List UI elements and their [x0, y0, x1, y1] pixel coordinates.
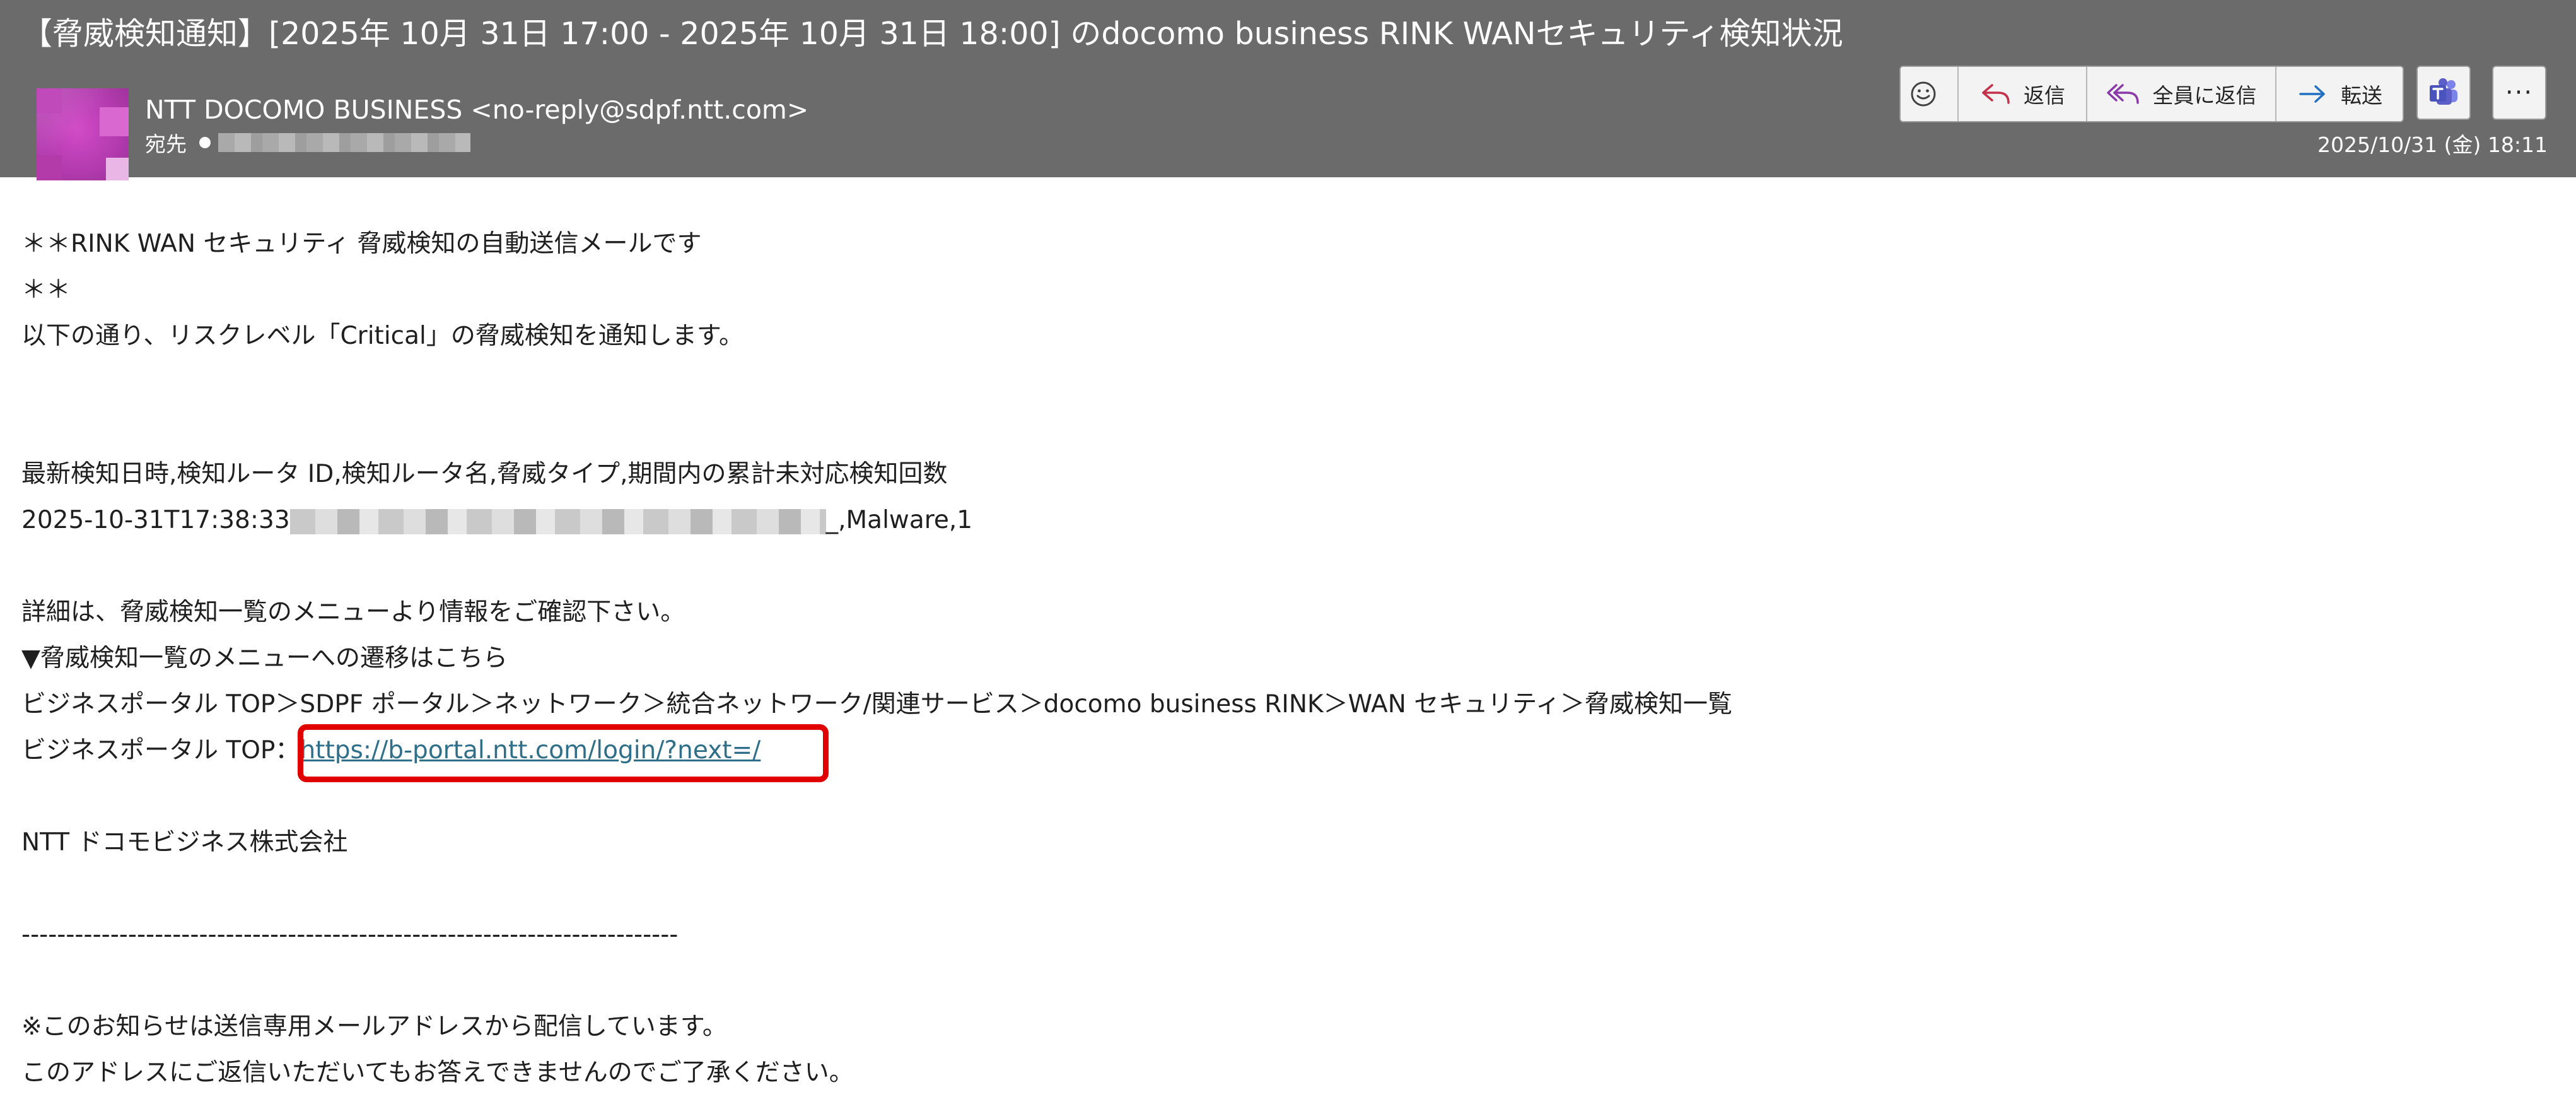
recipient-row: 宛先: [145, 129, 470, 156]
email-subject: 【脅威検知通知】[2025年 10月 31日 17:00 - 2025年 10月…: [21, 16, 1843, 52]
forward-button[interactable]: 転送: [2276, 67, 2403, 121]
email-body: ＊＊RINK WAN セキュリティ 脅威検知の自動送信メールです ＊＊ 以下の通…: [21, 221, 2512, 1096]
sender-name[interactable]: NTT DOCOMO BUSINESS <no-reply@sdpf.ntt.c…: [145, 93, 808, 126]
body-line: ▼脅威検知一覧のメニューへの遷移はこちら: [21, 644, 508, 672]
company-name: NTT ドコモビジネス株式会社: [21, 828, 348, 857]
body-line: 以下の通り、リスクレベル「Critical」の脅威検知を通知します。: [21, 322, 743, 350]
divider-line: ----------------------------------------…: [21, 920, 679, 949]
csv-row-timestamp: 2025-10-31T17:38:33: [21, 506, 290, 534]
teams-share-button[interactable]: [2416, 66, 2471, 120]
body-line: ＊＊RINK WAN セキュリティ 脅威検知の自動送信メールです: [21, 230, 702, 258]
link-highlight-box: [298, 724, 829, 782]
smiley-icon: [1911, 81, 1936, 107]
email-header: 【脅威検知通知】[2025年 10月 31日 17:00 - 2025年 10月…: [0, 0, 2576, 180]
sender-avatar: [37, 88, 129, 180]
router-info-redacted: [289, 508, 826, 534]
reply-all-arrow-icon: [2106, 84, 2139, 104]
reply-arrow-icon: [1982, 84, 2010, 104]
navigation-path: ビジネスポータル TOP＞SDPF ポータル＞ネットワーク＞統合ネットワーク/関…: [21, 690, 1732, 719]
csv-row: 2025-10-31T17:38:33 _,Malware,1: [21, 497, 2512, 543]
message-toolbar: 返信 全員に返信 転送: [1899, 66, 2404, 122]
portal-label: ビジネスポータル TOP：: [21, 736, 300, 765]
reply-all-button[interactable]: 全員に返信: [2087, 67, 2276, 121]
presence-dot-icon: [199, 137, 211, 148]
reply-button[interactable]: 返信: [1959, 67, 2087, 121]
csv-header: 最新検知日時,検知ルータ ID,検知ルータ名,脅威タイプ,期間内の累計未対応検知…: [21, 460, 948, 488]
notice-line: このアドレスにご返信いただいてもお答えできませんのでご了承ください。: [21, 1059, 854, 1087]
notice-line: ※このお知らせは送信専用メールアドレスから配信しています。: [21, 1012, 727, 1041]
forward-arrow-icon: [2299, 85, 2325, 103]
teams-icon: [2430, 78, 2457, 105]
more-actions-button[interactable]: ···: [2492, 66, 2546, 120]
recipient-redacted[interactable]: [218, 133, 470, 152]
reply-all-label: 全員に返信: [2152, 83, 2257, 108]
received-datetime: 2025/10/31 (金) 18:11: [2317, 132, 2548, 157]
emoji-reaction-button[interactable]: [1901, 67, 1959, 121]
csv-row-threat: _,Malware,1: [825, 506, 973, 534]
forward-label: 転送: [2341, 83, 2382, 108]
body-line: ＊＊: [21, 276, 71, 304]
body-line: 詳細は、脅威検知一覧のメニューより情報をご確認下さい。: [21, 598, 685, 626]
reply-label: 返信: [2024, 83, 2065, 108]
to-label: 宛先: [145, 132, 187, 156]
